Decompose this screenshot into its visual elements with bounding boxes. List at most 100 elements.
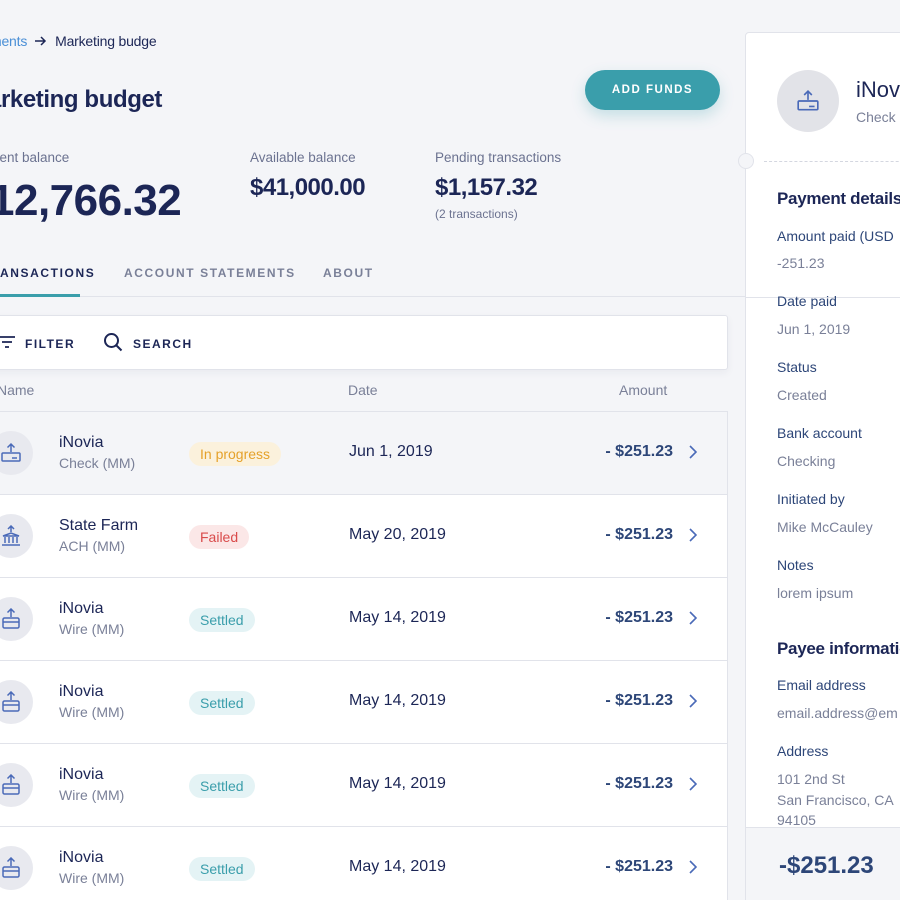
transaction-amount: - $251.23	[605, 692, 673, 709]
payee-name: iNovia	[59, 683, 104, 700]
chevron-right-icon[interactable]	[689, 860, 698, 879]
detail-payment-method: Check	[856, 109, 896, 125]
column-header-name[interactable]: Name	[0, 382, 34, 398]
transaction-amount: - $251.23	[605, 609, 673, 626]
bank-icon	[0, 514, 33, 558]
payee-name: iNovia	[59, 434, 104, 451]
table-row[interactable]: iNovia Wire (MM) Settled May 14, 2019 - …	[0, 577, 727, 660]
tab-about[interactable]: ABOUT	[323, 266, 374, 280]
notes-label: Notes	[777, 557, 814, 573]
tab-transactions[interactable]: ANSACTIONS	[0, 266, 95, 280]
payment-method: ACH (MM)	[59, 538, 126, 554]
current-balance-value: 12,766.32	[0, 176, 182, 226]
filter-icon	[0, 336, 15, 351]
status-badge: Settled	[189, 857, 255, 881]
breadcrumb: ments Marketing budge	[0, 33, 157, 49]
available-balance-label: Available balance	[250, 150, 356, 165]
transaction-detail-panel: iNovi Check Payment details Amount paid …	[738, 32, 900, 900]
status-label: Status	[777, 359, 817, 375]
date-paid-label: Date paid	[777, 293, 837, 309]
dashed-divider	[764, 161, 900, 162]
tab-bar: ANSACTIONS ACCOUNT STATEMENTS ABOUT	[0, 262, 745, 297]
wire-icon	[0, 846, 33, 890]
transaction-date: May 14, 2019	[349, 609, 446, 626]
transaction-date: May 14, 2019	[349, 858, 446, 875]
email-address-value: email.address@em	[777, 705, 898, 721]
wire-icon	[0, 763, 33, 807]
transaction-amount: - $251.23	[605, 858, 673, 875]
initiated-by-label: Initiated by	[777, 491, 845, 507]
table-toolbar: FILTER SEARCH	[0, 315, 728, 370]
chevron-right-icon[interactable]	[689, 694, 698, 713]
payee-name: State Farm	[59, 517, 139, 534]
wire-icon	[0, 680, 33, 724]
filter-label: FILTER	[25, 336, 76, 351]
chevron-right-icon[interactable]	[689, 445, 698, 464]
payment-method: Wire (MM)	[59, 621, 125, 637]
date-paid-value: Jun 1, 2019	[777, 321, 851, 337]
pending-transactions-label: Pending transactions	[435, 150, 562, 165]
page-title: arketing budget	[0, 86, 163, 113]
payee-information-heading: Payee informatio	[777, 639, 900, 658]
initiated-by-value: Mike McCauley	[777, 519, 873, 535]
payment-method: Wire (MM)	[59, 870, 125, 886]
active-tab-indicator	[0, 294, 80, 297]
chevron-right-icon[interactable]	[689, 611, 698, 630]
transaction-amount: - $251.23	[605, 526, 673, 543]
payment-method: Wire (MM)	[59, 704, 125, 720]
status-badge: Settled	[189, 691, 255, 715]
search-icon	[103, 332, 123, 355]
transaction-date: May 14, 2019	[349, 692, 446, 709]
payment-details-heading: Payment details	[777, 189, 900, 208]
ticket-notch	[738, 153, 754, 169]
table-row[interactable]: iNovia Check (MM) In progress Jun 1, 201…	[0, 411, 727, 494]
transaction-amount: - $251.23	[605, 443, 673, 460]
detail-total-amount: -$251.23	[779, 852, 874, 879]
status-badge: In progress	[189, 442, 282, 466]
wire-icon	[0, 597, 33, 641]
add-funds-button[interactable]: ADD FUNDS	[585, 70, 720, 110]
bank-account-value: Checking	[777, 453, 836, 469]
amount-paid-label: Amount paid (USD	[777, 228, 894, 244]
transaction-date: May 14, 2019	[349, 775, 446, 792]
table-row[interactable]: iNovia Wire (MM) Settled May 14, 2019 - …	[0, 743, 727, 826]
status-badge: Settled	[189, 608, 255, 632]
payee-name: iNovia	[59, 600, 104, 617]
tab-account-statements[interactable]: ACCOUNT STATEMENTS	[124, 266, 296, 280]
check-icon	[0, 431, 33, 475]
check-icon	[777, 70, 839, 132]
table-row[interactable]: iNovia Wire (MM) Settled May 14, 2019 - …	[0, 660, 727, 743]
column-header-date[interactable]: Date	[348, 382, 378, 398]
available-balance-value: $41,000.00	[250, 174, 366, 201]
payment-method: Wire (MM)	[59, 787, 125, 803]
breadcrumb-previous-link[interactable]: ments	[0, 33, 27, 49]
current-balance-amount: 12,766.32	[0, 176, 182, 225]
address-label: Address	[777, 743, 829, 759]
payee-name: iNovia	[59, 766, 104, 783]
current-balance-label: rent balance	[0, 150, 70, 165]
pending-transactions-count: (2 transactions)	[435, 207, 518, 221]
payment-method: Check (MM)	[59, 455, 136, 471]
notes-value: lorem ipsum	[777, 585, 854, 601]
email-address-label: Email address	[777, 677, 866, 693]
search-button[interactable]: SEARCH	[103, 316, 193, 371]
detail-footer: -$251.23	[746, 827, 900, 900]
table-row[interactable]: State Farm ACH (MM) Failed May 20, 2019 …	[0, 494, 727, 577]
arrow-right-icon	[35, 33, 47, 49]
address-line-1: 101 2nd St	[777, 771, 845, 787]
transaction-date: May 20, 2019	[349, 526, 446, 543]
transaction-date: Jun 1, 2019	[349, 443, 433, 460]
filter-button[interactable]: FILTER	[0, 316, 75, 371]
address-line-2: San Francisco, CA	[777, 792, 894, 808]
bank-account-label: Bank account	[777, 425, 862, 441]
chevron-right-icon[interactable]	[689, 777, 698, 796]
transactions-table: iNovia Check (MM) In progress Jun 1, 201…	[0, 411, 728, 900]
search-label: SEARCH	[133, 336, 193, 351]
payee-name: iNovia	[59, 849, 104, 866]
column-header-amount[interactable]: Amount	[619, 382, 667, 398]
detail-payee-name: iNovi	[856, 77, 900, 102]
status-badge: Failed	[189, 525, 250, 549]
chevron-right-icon[interactable]	[689, 528, 698, 547]
pending-transactions-value: $1,157.32	[435, 174, 538, 201]
table-row[interactable]: iNovia Wire (MM) Settled May 14, 2019 - …	[0, 826, 727, 900]
